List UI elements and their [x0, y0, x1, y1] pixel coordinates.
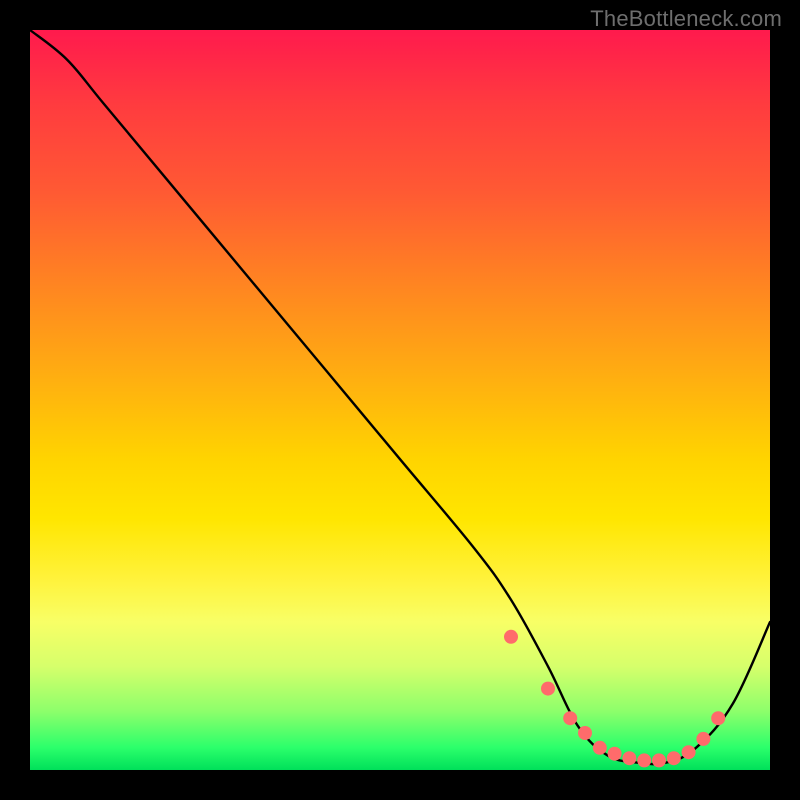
marker-dot	[637, 753, 651, 767]
marker-dot	[541, 682, 555, 696]
marker-dot	[608, 747, 622, 761]
marker-dot	[504, 630, 518, 644]
marker-dot	[711, 711, 725, 725]
marker-dot	[593, 741, 607, 755]
marker-dot	[652, 753, 666, 767]
marker-dot	[622, 751, 636, 765]
bottleneck-curve-path	[30, 30, 770, 764]
marker-dot	[578, 726, 592, 740]
marker-dot	[682, 745, 696, 759]
plot-area	[30, 30, 770, 770]
curve-svg	[30, 30, 770, 770]
marker-dot	[696, 732, 710, 746]
marker-dot	[667, 751, 681, 765]
marker-group	[504, 630, 725, 768]
chart-frame: TheBottleneck.com	[0, 0, 800, 800]
attribution-label: TheBottleneck.com	[590, 6, 782, 32]
marker-dot	[563, 711, 577, 725]
